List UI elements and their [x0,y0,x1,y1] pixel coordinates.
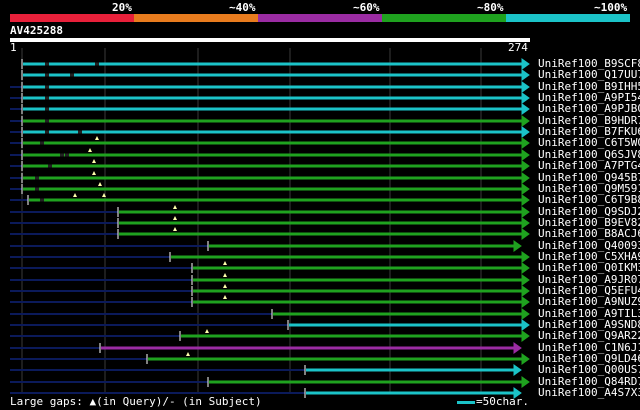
query-gap-mark [173,205,177,209]
alignment-arrow [521,160,530,172]
alignment-arrow [521,274,530,286]
alignment-arrow [521,251,530,263]
alignment-arrow [521,330,530,342]
alignment-arrow [513,240,522,252]
query-gap-mark [223,284,227,288]
alignment-arrow [521,285,530,297]
alignment-arrow [521,92,530,104]
alignment-arrow [521,194,530,206]
alignment-arrow [521,217,530,229]
alignment-arrow [521,103,530,115]
query-gap-mark [223,261,227,265]
query-gap-mark [88,148,92,152]
query-gap-mark [98,182,102,186]
alignment-arrow [521,137,530,149]
alignment-arrow [521,319,530,331]
alignment-arrow [521,81,530,93]
query-gap-mark [173,227,177,231]
query-gap-mark [92,159,96,163]
alignment-arrow [521,149,530,161]
alignment-arrow [521,353,530,365]
query-gap-mark [205,329,209,333]
query-gap-mark [73,193,77,197]
alignment-arrow [521,183,530,195]
alignment-arrow [521,206,530,218]
alignment-arrow [521,172,530,184]
alignment-arrow [521,308,530,320]
scale-legend-bar [457,401,475,404]
query-gap-mark [92,171,96,175]
alignment-arrow [513,364,522,376]
alignment-arrow [521,58,530,70]
alignment-arrow [521,376,530,388]
query-gap-mark [223,295,227,299]
query-gap-mark [173,216,177,220]
alignment-arrow [521,126,530,138]
query-gap-mark [95,136,99,140]
query-gap-mark [186,352,190,356]
gaps-legend: Large gaps: ▲(in Query)/- (in Subject) [10,395,262,408]
alignment-arrow [521,262,530,274]
query-gap-mark [223,273,227,277]
alignment-arrow [521,296,530,308]
alignment-arrow [521,228,530,240]
hit-label[interactable]: UniRef100_A4S7X3 [538,387,640,399]
alignment-arrow [521,115,530,127]
alignment-arrow [513,342,522,354]
alignment-arrow [521,69,530,81]
scale-legend-text: =50char. [476,395,529,408]
